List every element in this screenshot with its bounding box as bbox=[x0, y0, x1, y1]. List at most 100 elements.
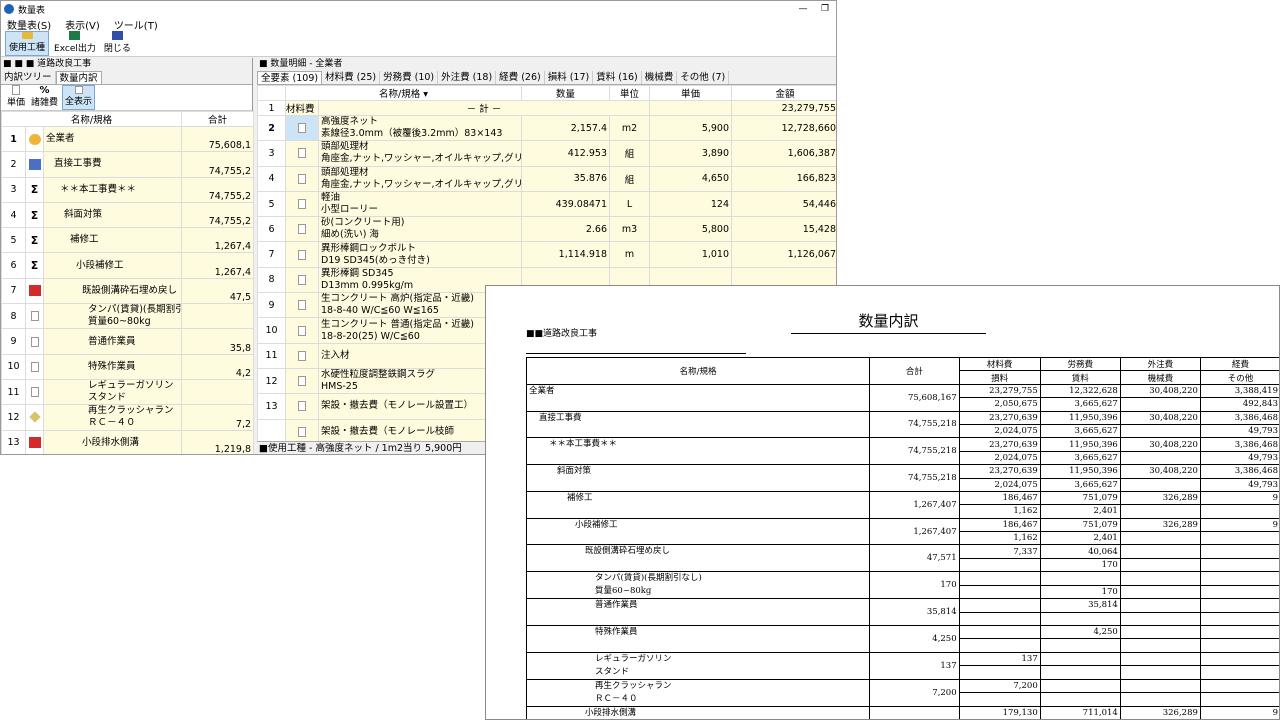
col-header-qty[interactable]: 数量 bbox=[521, 85, 611, 101]
col-header-unit[interactable]: 単位 bbox=[609, 85, 651, 101]
report-cost-top: 186,467 bbox=[958, 490, 1041, 506]
detail-row[interactable]: 6 砂(コンクリート用) 細め(洗い) 海 2.66 m3 5,800 15,428 bbox=[257, 216, 836, 243]
tree-row[interactable]: 2 直接工事費 74,755,2 bbox=[1, 151, 255, 178]
report-cost-top bbox=[1119, 544, 1201, 559]
row-total: 1,267,4 bbox=[181, 227, 255, 254]
tree-row[interactable]: 9 普通作業員 35,8 bbox=[1, 328, 255, 355]
tab-detail-1[interactable]: 材料費 (25) bbox=[322, 71, 381, 84]
menu-view[interactable]: 表示(V) bbox=[65, 17, 100, 32]
item-price: 4,650 bbox=[649, 165, 733, 192]
report-cost-top: 35,814 bbox=[1039, 598, 1121, 613]
tab-detail-2[interactable]: 労務費 (10) bbox=[380, 71, 439, 84]
tree-row[interactable]: 12 再生クラッシャラン ＲＣ－４０ 7,2 bbox=[1, 404, 255, 431]
report-name-cell: 特殊作業員 bbox=[525, 625, 871, 653]
document-icon bbox=[298, 123, 306, 134]
item-amount: 166,823 bbox=[731, 165, 836, 192]
tree-row[interactable]: 5 Σ 補修工 1,267,4 bbox=[1, 227, 255, 254]
report-item-name: 特殊作業員 bbox=[595, 627, 638, 638]
row-number: 5 bbox=[257, 190, 286, 218]
report-total: 47,571 bbox=[869, 544, 960, 573]
item-amount: 1,126,067 bbox=[731, 241, 836, 268]
tree-row[interactable]: 7 既設側溝砕石埋め戻し 47,5 bbox=[1, 277, 255, 305]
close-label: 閉じる bbox=[103, 44, 131, 54]
menu-sheet[interactable]: 数量表(S) bbox=[7, 17, 51, 32]
report-cost-top: 4,250 bbox=[1039, 625, 1121, 640]
col-header-amount[interactable]: 金額 bbox=[731, 85, 836, 101]
tab-detail-5[interactable]: 損料 (17) bbox=[545, 71, 594, 84]
show-all-button[interactable]: 全表示 bbox=[62, 85, 96, 110]
report-name-cell: 再生クラッシャラン ＲＣ－４０ bbox=[525, 678, 871, 707]
report-cost-bottom bbox=[1119, 557, 1201, 573]
unit-price-button[interactable]: 単価 bbox=[5, 85, 27, 110]
report-cost-top bbox=[1039, 678, 1121, 694]
report-item-name: 既設側溝砕石埋め戻し bbox=[585, 546, 671, 557]
report-cost-top: 3,386,468 bbox=[1199, 410, 1279, 425]
tab-detail-7[interactable]: 機械費 bbox=[642, 71, 678, 84]
report-total: 4,250 bbox=[869, 625, 960, 653]
tree-row[interactable]: 3 Σ ＊＊本工事費＊＊ 74,755,2 bbox=[1, 176, 255, 203]
row-name: 斜面対策 bbox=[64, 209, 103, 221]
misc-expense-button[interactable]: % 諸雑費 bbox=[29, 85, 60, 110]
report-cost-top: 23,279,755 bbox=[958, 383, 1041, 399]
col-header-name-spec[interactable]: 名称/規格 ▾ bbox=[284, 85, 523, 101]
report-cost-bottom bbox=[958, 692, 1041, 707]
report-total: 170 bbox=[869, 571, 960, 600]
row-name-cell: ＊＊本工事費＊＊ bbox=[42, 176, 183, 203]
item-name: 異形棒鋼 SD345 bbox=[321, 267, 394, 279]
tab-breakdown-tree[interactable]: 内訳ツリー bbox=[1, 71, 56, 84]
menu-tools[interactable]: ツール(T) bbox=[114, 17, 158, 32]
rep-header-outsource: 外注費 bbox=[1119, 356, 1201, 372]
detail-row[interactable]: 4 頭部処理材 角座金,ナット,ワッシャー,オイルキャップ,グリス等 35.876 組 4… bbox=[257, 165, 836, 192]
tab-detail-8[interactable]: その他 (7) bbox=[677, 71, 730, 84]
close-button[interactable]: 閉じる bbox=[101, 31, 134, 56]
detail-row[interactable]: 3 頭部処理材 角座金,ナット,ワッシャー,オイルキャップ,グリス等 412.953 組… bbox=[257, 140, 836, 167]
tree-row[interactable]: 4 Σ 斜面対策 74,755,2 bbox=[1, 201, 255, 229]
tab-quantity-breakdown[interactable]: 数量内訳 bbox=[55, 71, 102, 84]
row-name-cell: レギュラーガソリン スタンド bbox=[42, 378, 183, 406]
report-preview: 数量内訳 ■■道路改良工事 名称/規格 合計 材料費 労務費 外注費 経費 損料… bbox=[485, 285, 1280, 720]
tree-row[interactable]: 6 Σ 小段補修工 1,267,4 bbox=[1, 252, 255, 279]
tab-detail-0[interactable]: 全要素 (109) bbox=[257, 71, 323, 84]
col-header-price[interactable]: 単価 bbox=[649, 85, 733, 101]
rep-header-total: 合計 bbox=[869, 357, 960, 385]
tree-row[interactable]: 8 タンパ(賃貸)(長期割引 質量60~80kg bbox=[1, 303, 255, 330]
tab-detail-3[interactable]: 外注費 (18) bbox=[438, 71, 497, 84]
report-row: 既設側溝砕石埋め戻し 47,571 7,337 40,064 bbox=[525, 544, 1279, 573]
report-table: 名称/規格 合計 材料費 労務費 外注費 経費 損料 賃料 機械費 その他 全業… bbox=[525, 356, 1279, 719]
item-name: 軽油 bbox=[321, 192, 341, 204]
detail-row[interactable]: 2 高強度ネット 素線径3.0mm（被覆後3.2mm）83×143 2,157.4 m2… bbox=[257, 114, 836, 142]
item-qty: 439.08471 bbox=[521, 190, 611, 218]
minimize-button[interactable]: — bbox=[792, 4, 814, 14]
total-row[interactable]: 1 材料費 － 計 － 23,279,755 bbox=[257, 100, 836, 116]
tab-detail-6[interactable]: 賃料 (16) bbox=[593, 71, 642, 84]
tree-row[interactable]: 13 小段排水側溝 1,219,8 bbox=[1, 429, 255, 454]
used-worktype-button[interactable]: 使用工種 bbox=[5, 31, 50, 56]
tab-detail-4[interactable]: 経費 (26) bbox=[496, 71, 545, 84]
report-cost-bottom: 2,024,075 bbox=[958, 477, 1041, 492]
row-icon-cell bbox=[25, 404, 44, 431]
report-total: 74,755,218 bbox=[869, 437, 960, 466]
row-number: 7 bbox=[1, 277, 26, 305]
col-header-total[interactable]: 合計 bbox=[181, 111, 255, 127]
tree-row[interactable]: 11 レギュラーガソリン スタンド bbox=[1, 378, 255, 406]
detail-row[interactable]: 7 異形棒鋼ロックボルト D19 SD345(めっき付き) 1,114.918 m 1,0… bbox=[257, 241, 836, 268]
report-cost-top bbox=[1199, 651, 1279, 667]
tree-row[interactable]: 10 特殊作業員 4,2 bbox=[1, 353, 255, 380]
excel-export-button[interactable]: Excel出力 bbox=[51, 31, 99, 56]
detail-row[interactable]: 5 軽油 小型ローリー 439.08471 L 124 54,446 bbox=[257, 190, 836, 218]
breakdown-rows: 1 全業者 75,608,1 2 直接工事費 74,755,2 3 Σ ＊＊本工事費＊＊ 74,7… bbox=[1, 125, 255, 454]
item-amount: 1,606,387 bbox=[731, 140, 836, 167]
report-row: 再生クラッシャラン ＲＣ－４０ 7,200 7,200 bbox=[525, 678, 1279, 707]
sort-dropdown-icon[interactable]: ▾ bbox=[423, 89, 428, 100]
row-name-cell: 頭部処理材 角座金,ナット,ワッシャー,オイルキャップ,グリス等 bbox=[317, 165, 523, 192]
item-spec: D19 SD345(めっき付き) bbox=[321, 254, 430, 266]
col-header-name[interactable]: 名称/規格 bbox=[1, 111, 183, 127]
report-item-name: タンパ(賃貸)(長期割引なし) bbox=[595, 573, 702, 584]
excel-export-label: Excel出力 bbox=[54, 44, 96, 54]
report-cost-top: 23,270,639 bbox=[958, 464, 1041, 479]
tree-row[interactable]: 1 全業者 75,608,1 bbox=[1, 125, 255, 153]
maximize-button[interactable]: ❐ bbox=[814, 4, 836, 14]
report-item-name: 小段排水側溝 bbox=[585, 707, 637, 718]
report-cost-bottom bbox=[1199, 504, 1279, 519]
report-row: 補修工 1,267,407 186,467 751,079 326,289 9 bbox=[525, 490, 1279, 519]
